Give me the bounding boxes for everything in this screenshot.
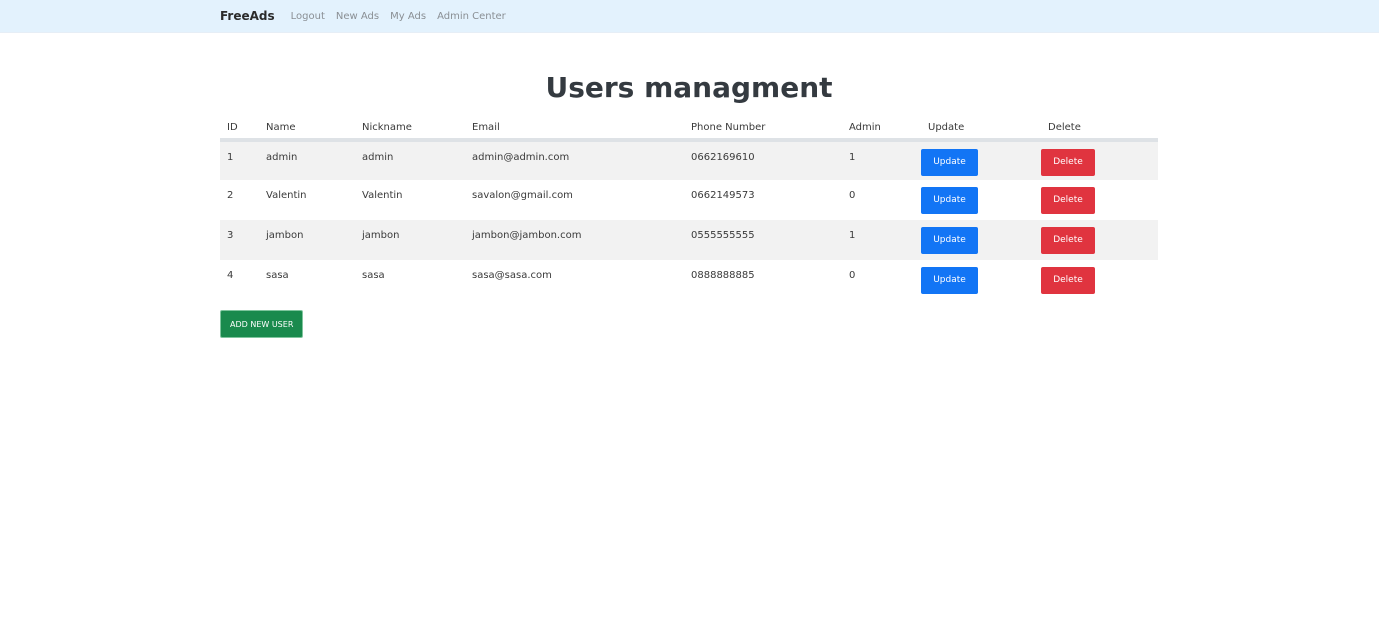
col-header-email: Email: [465, 117, 684, 142]
cell-id: 2: [227, 190, 234, 201]
col-header-update: Update: [921, 117, 1041, 142]
update-button[interactable]: Update: [921, 267, 978, 294]
col-header-admin: Admin: [842, 117, 921, 142]
delete-button[interactable]: Delete: [1041, 149, 1095, 176]
cell-nickname: admin: [355, 140, 465, 180]
cell-admin: 0: [849, 270, 856, 281]
nav-link-logout[interactable]: Logout: [291, 11, 325, 22]
col-header-name: Name: [259, 117, 355, 142]
cell-email: jambon@jambon.com: [465, 220, 684, 260]
col-header-delete: Delete: [1041, 117, 1158, 142]
cell-delete: Delete: [1041, 220, 1158, 260]
delete-button[interactable]: Delete: [1041, 187, 1095, 214]
table-row: 3 jambon jambon jambon@jambon.com 055555…: [220, 220, 1158, 260]
cell-email: savalon@gmail.com: [472, 190, 573, 201]
update-button[interactable]: Update: [921, 149, 978, 176]
nav-link-admin-center[interactable]: Admin Center: [437, 11, 506, 22]
cell-id: 4: [227, 270, 234, 281]
cell-email: sasa@sasa.com: [472, 270, 552, 281]
cell-phone: 0662149573: [691, 190, 755, 201]
cell-admin: 1: [842, 220, 921, 260]
page-title: Users managment: [545, 71, 833, 104]
cell-update: Update: [921, 140, 1041, 180]
cell-name: sasa: [266, 270, 289, 281]
nav-link-my-ads[interactable]: My Ads: [390, 11, 426, 22]
table-row: 1 admin admin admin@admin.com 0662169610…: [220, 140, 1158, 180]
top-navbar: FreeAds Logout New Ads My Ads Admin Cent…: [0, 0, 1379, 33]
cell-delete: Delete: [1041, 140, 1158, 180]
table-row: 2 Valentin Valentin savalon@gmail.com 06…: [220, 180, 1158, 220]
cell-phone: 0555555555: [684, 220, 842, 260]
brand-link[interactable]: FreeAds: [220, 9, 275, 23]
cell-name: admin: [259, 140, 355, 180]
col-header-nickname: Nickname: [355, 117, 465, 142]
col-header-phone: Phone Number: [684, 117, 842, 142]
cell-nickname: Valentin: [362, 190, 403, 201]
cell-update: Update: [921, 180, 1041, 220]
cell-admin: 1: [842, 140, 921, 180]
nav-link-new-ads[interactable]: New Ads: [336, 11, 379, 22]
cell-nickname: jambon: [355, 220, 465, 260]
cell-delete: Delete: [1041, 260, 1158, 300]
main-container: Users managment ID Name Nickname Email P…: [220, 70, 1158, 338]
delete-button[interactable]: Delete: [1041, 267, 1095, 294]
cell-nickname: sasa: [362, 270, 385, 281]
cell-id: 1: [220, 140, 259, 180]
cell-phone: 0662169610: [684, 140, 842, 180]
add-new-user-button[interactable]: ADD NEW USER: [220, 310, 304, 338]
cell-admin: 0: [849, 190, 856, 201]
cell-update: Update: [921, 220, 1041, 260]
cell-phone: 0888888885: [691, 270, 755, 281]
cell-email: admin@admin.com: [465, 140, 684, 180]
cell-delete: Delete: [1041, 180, 1158, 220]
users-table: ID Name Nickname Email Phone Number Admi…: [220, 117, 1158, 300]
cell-id: 3: [220, 220, 259, 260]
col-header-id: ID: [220, 117, 259, 142]
update-button[interactable]: Update: [921, 227, 978, 254]
table-header-row: ID Name Nickname Email Phone Number Admi…: [220, 117, 1158, 142]
update-button[interactable]: Update: [921, 187, 978, 214]
delete-button[interactable]: Delete: [1041, 227, 1095, 254]
table-row: 4 sasa sasa sasa@sasa.com 0888888885 0 U…: [220, 260, 1158, 300]
cell-name: Valentin: [266, 190, 307, 201]
cell-update: Update: [921, 260, 1041, 300]
cell-name: jambon: [259, 220, 355, 260]
